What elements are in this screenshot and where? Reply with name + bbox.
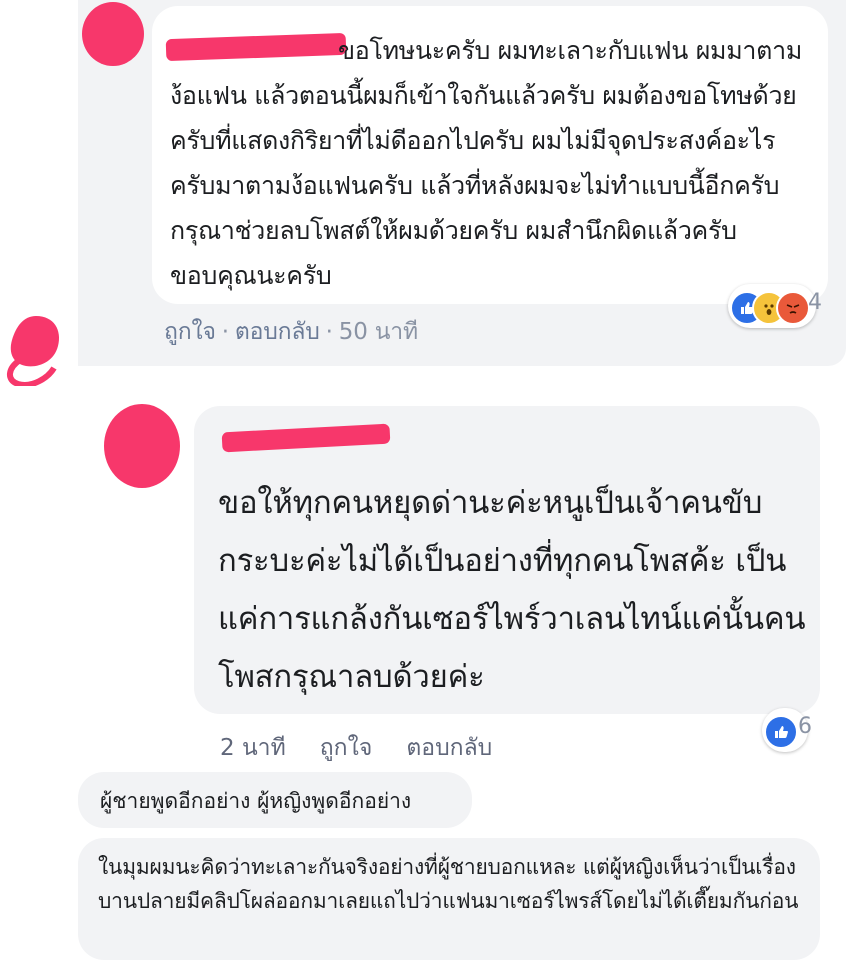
comment-2-actions: 2 นาที ถูกใจ ตอบกลับ [220, 730, 526, 766]
reply-1-text: ผู้ชายพูดอีกอย่าง ผู้หญิงพูดอีกอย่าง [100, 789, 412, 813]
redacted-avatar [6, 312, 66, 388]
reaction-count: 4 [808, 290, 822, 315]
like-icon [764, 715, 798, 749]
comment-timestamp: 2 นาที [220, 735, 286, 761]
redacted-avatar [104, 404, 180, 488]
reaction-count: 6 [798, 714, 812, 739]
reply-2-text: ในมุมผมนะคิดว่าทะเลาะกันจริงอย่างที่ผู้ช… [98, 855, 799, 913]
reaction-summary[interactable]: 6 [762, 708, 832, 752]
reply-link[interactable]: ตอบกลับ [406, 735, 492, 761]
comment-2-text: ขอให้ทุกคนหยุดด่านะค่ะหนูเป็นเจ้าคนขับกร… [218, 485, 806, 695]
comment-timestamp: 50 นาที [338, 319, 418, 345]
like-link[interactable]: ถูกใจ [320, 735, 373, 761]
comment-1-actions: ถูกใจ · ตอบกลับ · 50 นาที [164, 319, 418, 345]
comment-1-text: ขอโทษนะครับ ผมทะเลาะกับแฟน ผมมาตามง้อแฟน… [170, 36, 802, 290]
angry-icon [776, 291, 810, 325]
like-link[interactable]: ถูกใจ [164, 319, 216, 345]
redacted-avatar [82, 2, 144, 66]
reaction-summary[interactable]: 4 [728, 284, 824, 328]
reply-link[interactable]: ตอบกลับ [235, 319, 320, 345]
